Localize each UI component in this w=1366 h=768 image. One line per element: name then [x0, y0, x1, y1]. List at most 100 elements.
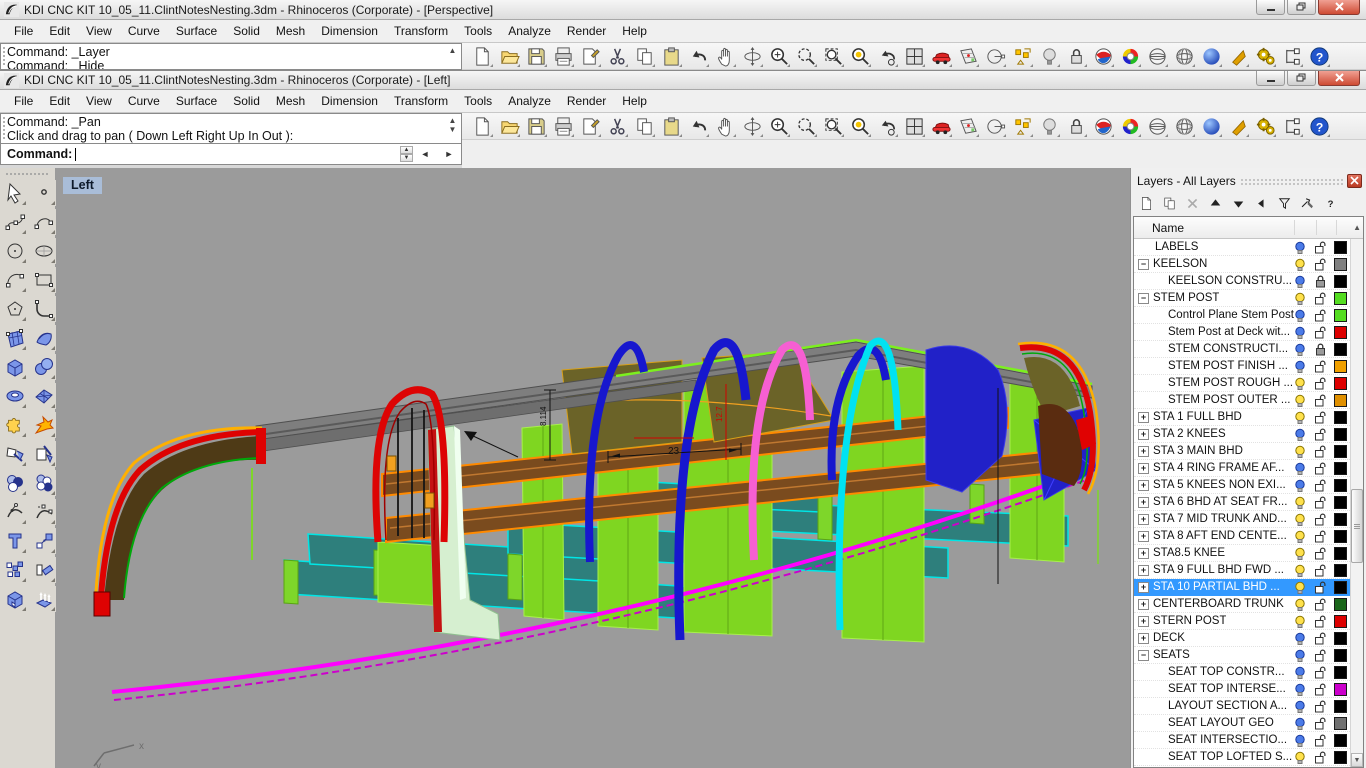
zoom-window-icon[interactable]	[794, 114, 818, 138]
history-back-arrow[interactable]: ◄	[413, 146, 437, 162]
layer-visibility-bulb-icon[interactable]	[1294, 751, 1306, 767]
zoom-dynamic-icon[interactable]	[767, 44, 791, 68]
layer-row-stem-constructi[interactable]: STEM CONSTRUCTI...	[1134, 341, 1350, 358]
window1-minimize-button[interactable]	[1256, 0, 1285, 15]
layer-color-swatch[interactable]	[1334, 581, 1347, 594]
layer-row-labels[interactable]: LABELS	[1134, 239, 1350, 256]
expand-toggle-icon[interactable]: +	[1138, 598, 1149, 610]
layer-color-swatch[interactable]	[1334, 530, 1347, 543]
scrollbar-up-arrow[interactable]: ▲	[1353, 223, 1361, 232]
expand-toggle-icon[interactable]: +	[1138, 564, 1149, 576]
undo-icon[interactable]	[686, 44, 710, 68]
window1-restore-button[interactable]	[1287, 0, 1316, 15]
menu-item-edit[interactable]: Edit	[41, 21, 78, 41]
layer-row-sta-3-main-bhd[interactable]: + STA 3 MAIN BHD	[1134, 443, 1350, 460]
layer-color-swatch[interactable]	[1334, 394, 1347, 407]
layer-unlocked-icon[interactable]	[1314, 700, 1326, 716]
layer-color-swatch[interactable]	[1334, 428, 1347, 441]
move-down-icon[interactable]	[1230, 195, 1247, 212]
expand-toggle-icon[interactable]: +	[1138, 615, 1149, 627]
cut-icon[interactable]	[605, 114, 629, 138]
help-icon[interactable]: ?	[1307, 114, 1331, 138]
undo-view-icon[interactable]	[875, 44, 899, 68]
layer-row-sta-7-mid-trunk-and[interactable]: + STA 7 MID TRUNK AND...	[1134, 511, 1350, 528]
paste-icon[interactable]	[659, 114, 683, 138]
open-file-icon[interactable]	[497, 114, 521, 138]
command-prompt[interactable]: Command: ▲ ▼ ◄ ►	[0, 144, 462, 165]
layer-row-sta-8-aft-end-cente[interactable]: + STA 8 AFT END CENTE...	[1134, 528, 1350, 545]
control-point-curve-icon[interactable]	[2, 209, 27, 235]
lock-objects-icon[interactable]	[1064, 44, 1088, 68]
layer-row-sta-4-ring-frame-af[interactable]: + STA 4 RING FRAME AF...	[1134, 460, 1350, 477]
layer-unlocked-icon[interactable]	[1314, 241, 1326, 257]
help-icon[interactable]: ?	[1307, 44, 1331, 68]
delete-layer-icon[interactable]	[1184, 195, 1201, 212]
layer-color-swatch[interactable]	[1334, 547, 1347, 560]
dimension-tool-icon[interactable]	[1280, 114, 1304, 138]
layer-row-stem-post-at-deck-wit[interactable]: Stem Post at Deck wit...	[1134, 324, 1350, 341]
sphere-wireframe-icon[interactable]	[1145, 44, 1169, 68]
expand-toggle-icon[interactable]: +	[1138, 411, 1149, 423]
window1-titlebar[interactable]: KDI CNC KIT 10_05_11.ClintNotesNesting.3…	[0, 0, 1366, 20]
adjust-curve-icon[interactable]	[2, 499, 27, 525]
history-forward-arrow[interactable]: ►	[437, 146, 461, 162]
palette-grip[interactable]	[5, 172, 50, 177]
copy-layer-icon[interactable]	[1161, 195, 1178, 212]
arc-icon[interactable]	[2, 267, 27, 293]
print-icon[interactable]	[551, 44, 575, 68]
menu-item-help[interactable]: Help	[614, 91, 655, 111]
menu-item-file[interactable]: File	[6, 91, 41, 111]
new-file-icon[interactable]	[470, 114, 494, 138]
layer-color-swatch[interactable]	[1334, 751, 1347, 764]
page-setup-icon[interactable]	[578, 114, 602, 138]
layer-unlocked-icon[interactable]	[1314, 581, 1326, 597]
window2-minimize-button[interactable]	[1256, 71, 1285, 86]
cut-icon[interactable]	[605, 44, 629, 68]
layer-color-swatch[interactable]	[1334, 598, 1347, 611]
dimension-tool-icon[interactable]	[1280, 44, 1304, 68]
menu-item-dimension[interactable]: Dimension	[313, 21, 386, 41]
menu-item-analyze[interactable]: Analyze	[500, 21, 559, 41]
layer-row-centerboard-trunk[interactable]: + CENTERBOARD TRUNK	[1134, 596, 1350, 613]
layer-unlocked-icon[interactable]	[1314, 649, 1326, 665]
zoom-extents-icon[interactable]	[848, 114, 872, 138]
layer-unlocked-icon[interactable]	[1314, 411, 1326, 427]
layer-unlocked-icon[interactable]	[1314, 598, 1326, 614]
layer-unlocked-icon[interactable]	[1314, 496, 1326, 512]
layer-row-layout-section-a[interactable]: LAYOUT SECTION A...	[1134, 698, 1350, 715]
layers-panel-close-button[interactable]	[1347, 173, 1362, 188]
menu-item-view[interactable]: View	[78, 91, 120, 111]
new-file-icon[interactable]	[470, 44, 494, 68]
move-up-icon[interactable]	[1207, 195, 1224, 212]
join-puzzle-icon[interactable]	[2, 412, 27, 438]
zoom-dynamic-icon[interactable]	[767, 114, 791, 138]
pan-view-icon[interactable]	[713, 44, 737, 68]
expand-toggle-icon[interactable]: +	[1138, 428, 1149, 440]
new-layer-icon[interactable]	[1138, 195, 1155, 212]
layer-unlocked-icon[interactable]	[1314, 666, 1326, 682]
menu-item-solid[interactable]: Solid	[225, 91, 268, 111]
page-setup-icon[interactable]	[578, 44, 602, 68]
menu-item-mesh[interactable]: Mesh	[268, 91, 313, 111]
viewport-title-tab[interactable]: Left	[63, 177, 102, 194]
layer-unlocked-icon[interactable]	[1314, 445, 1326, 461]
rotate-view-icon[interactable]	[740, 114, 764, 138]
select-pointer-icon[interactable]	[2, 180, 27, 206]
orient-icon[interactable]	[31, 557, 56, 583]
layer-unlocked-icon[interactable]	[1314, 530, 1326, 546]
layer-color-swatch[interactable]	[1334, 615, 1347, 628]
save-file-icon[interactable]	[524, 44, 548, 68]
layer-row-keelson-constru[interactable]: KEELSON CONSTRU...	[1134, 273, 1350, 290]
window1-command-history[interactable]: Command: _Layer Command: _Hide ▲	[0, 43, 462, 70]
menu-item-mesh[interactable]: Mesh	[268, 21, 313, 41]
layer-row-sta-9-full-bhd-fwd[interactable]: + STA 9 FULL BHD FWD ...	[1134, 562, 1350, 579]
layer-row-seat-intersectio[interactable]: SEAT INTERSECTIO...	[1134, 732, 1350, 749]
layer-color-swatch[interactable]	[1334, 734, 1347, 747]
expand-toggle-icon[interactable]: +	[1138, 632, 1149, 644]
surface-grid-icon[interactable]	[31, 383, 56, 409]
scrollbar-thumb[interactable]	[1351, 489, 1363, 563]
cplane-circle-icon[interactable]	[983, 114, 1007, 138]
trim-icon[interactable]	[2, 441, 27, 467]
layer-unlocked-icon[interactable]	[1314, 615, 1326, 631]
expand-toggle-icon[interactable]: +	[1138, 513, 1149, 525]
